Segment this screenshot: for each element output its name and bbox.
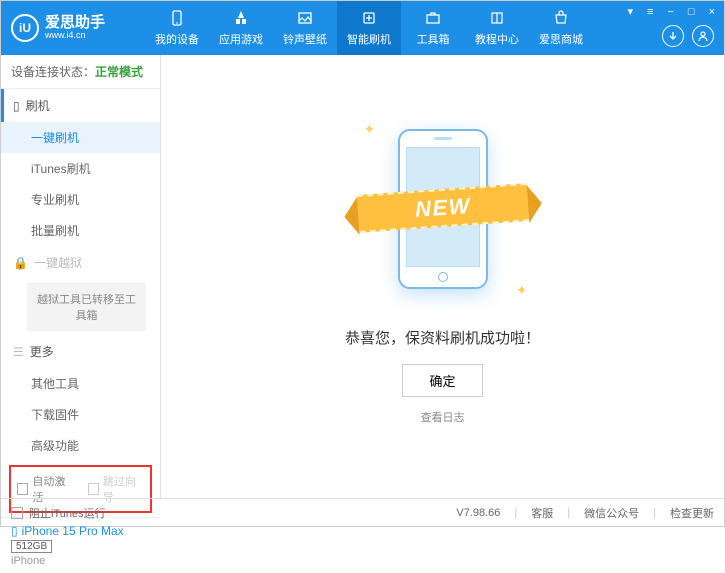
section-label: 刷机 — [26, 97, 50, 114]
more-icon: ☰ — [13, 345, 24, 359]
connection-status: 设备连接状态：正常模式 — [1, 55, 160, 89]
nav-label: 爱思商城 — [539, 31, 583, 47]
sidebar-item-advanced[interactable]: 高级功能 — [1, 430, 160, 461]
nav-toolbox[interactable]: 工具箱 — [401, 1, 465, 55]
nav-apps[interactable]: 应用游戏 — [209, 1, 273, 55]
phone-icon — [168, 9, 186, 27]
sidebar-more-header[interactable]: ☰ 更多 — [1, 335, 160, 368]
status-value: 正常模式 — [95, 65, 143, 79]
footer: 阻止iTunes运行 V7.98.66 | 客服 | 微信公众号 | 检查更新 — [1, 498, 724, 526]
jailbreak-label: 一键越狱 — [34, 254, 82, 271]
close-button[interactable]: × — [706, 6, 718, 18]
auto-activate-checkbox[interactable] — [17, 483, 28, 495]
skip-guide-checkbox[interactable] — [88, 483, 99, 495]
status-label: 设备连接状态： — [11, 65, 95, 79]
service-link[interactable]: 客服 — [531, 505, 553, 521]
app-subtitle: www.i4.cn — [45, 30, 105, 42]
sparkle-icon: ✦ — [516, 282, 528, 299]
nav-label: 教程中心 — [475, 31, 519, 47]
toolbox-icon — [424, 9, 442, 27]
book-icon — [488, 9, 506, 27]
download-button[interactable] — [662, 25, 684, 47]
nav-ringtone[interactable]: 铃声壁纸 — [273, 1, 337, 55]
nav-label: 应用游戏 — [219, 31, 263, 47]
check-update-link[interactable]: 检查更新 — [670, 505, 714, 521]
nav-my-device[interactable]: 我的设备 — [145, 1, 209, 55]
nav-tutorial[interactable]: 教程中心 — [465, 1, 529, 55]
app-logo: iU 爱思助手 www.i4.cn — [11, 14, 105, 42]
block-itunes-checkbox[interactable] — [11, 507, 23, 519]
lock-icon: 🔒 — [13, 256, 28, 270]
device-type: iPhone — [11, 555, 150, 567]
device-storage: 512GB — [11, 540, 52, 553]
image-icon — [296, 9, 314, 27]
new-ribbon: NEW — [356, 183, 528, 233]
nav-label: 我的设备 — [155, 31, 199, 47]
gift-icon[interactable]: ▾ — [625, 5, 637, 18]
sidebar-item-other-tools[interactable]: 其他工具 — [1, 368, 160, 399]
nav-label: 智能刷机 — [347, 31, 391, 47]
app-title: 爱思助手 — [45, 15, 105, 30]
maximize-button[interactable]: □ — [685, 6, 698, 18]
sparkle-icon: ✦ — [364, 121, 376, 138]
nav-label: 工具箱 — [417, 31, 450, 47]
top-nav: 我的设备 应用游戏 铃声壁纸 智能刷机 工具箱 教程中心 爱思商城 — [145, 1, 593, 55]
wechat-link[interactable]: 微信公众号 — [584, 505, 639, 521]
shop-icon — [552, 9, 570, 27]
user-button[interactable] — [692, 25, 714, 47]
main-content: NEW ✦ ✦ 恭喜您，保资料刷机成功啦！ 确定 查看日志 — [161, 55, 724, 498]
flash-icon — [360, 9, 378, 27]
nav-shop[interactable]: 爱思商城 — [529, 1, 593, 55]
view-log-link[interactable]: 查看日志 — [421, 409, 465, 425]
sidebar-jailbreak-header: 🔒 一键越狱 — [1, 246, 160, 279]
phone-icon: ▯ — [13, 99, 20, 113]
sidebar-item-download-firmware[interactable]: 下载固件 — [1, 399, 160, 430]
window-controls: ▾ ≡ − □ × — [625, 5, 718, 18]
menu-button[interactable]: ≡ — [644, 6, 656, 18]
apps-icon — [232, 9, 250, 27]
success-illustration: NEW ✦ ✦ — [368, 129, 518, 309]
device-name-label: iPhone 15 Pro Max — [22, 524, 124, 538]
sidebar-flash-header[interactable]: ▯ 刷机 — [1, 89, 160, 122]
ok-button[interactable]: 确定 — [402, 364, 482, 397]
titlebar: iU 爱思助手 www.i4.cn 我的设备 应用游戏 铃声壁纸 智能刷机 工具… — [1, 1, 724, 55]
device-phone-icon: ▯ — [11, 524, 18, 538]
nav-label: 铃声壁纸 — [283, 31, 327, 47]
block-itunes-label: 阻止iTunes运行 — [29, 505, 106, 521]
sidebar-item-pro[interactable]: 专业刷机 — [1, 184, 160, 215]
success-message: 恭喜您，保资料刷机成功啦！ — [345, 327, 540, 348]
version-label: V7.98.66 — [456, 507, 500, 519]
sidebar-item-oneclick[interactable]: 一键刷机 — [1, 122, 160, 153]
jailbreak-note[interactable]: 越狱工具已转移至工具箱 — [27, 283, 146, 331]
nav-flash[interactable]: 智能刷机 — [337, 1, 401, 55]
minimize-button[interactable]: − — [664, 6, 676, 18]
sidebar-item-batch[interactable]: 批量刷机 — [1, 215, 160, 246]
sidebar-item-itunes[interactable]: iTunes刷机 — [1, 153, 160, 184]
section-label: 更多 — [30, 343, 54, 360]
sidebar: 设备连接状态：正常模式 ▯ 刷机 一键刷机 iTunes刷机 专业刷机 批量刷机… — [1, 55, 161, 498]
logo-icon: iU — [11, 14, 39, 42]
